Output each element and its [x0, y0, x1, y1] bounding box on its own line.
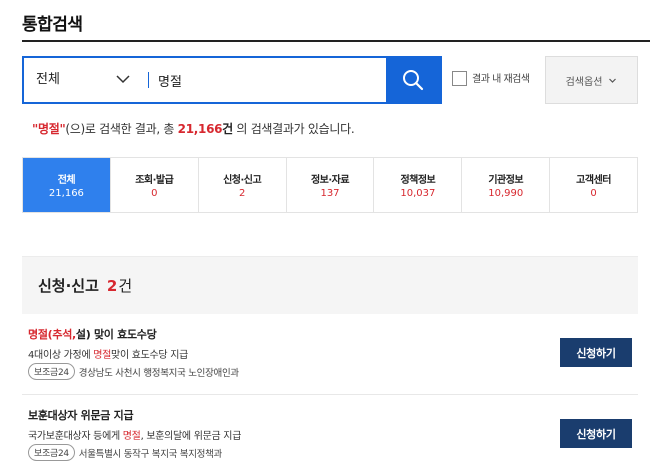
search-button[interactable] [386, 58, 440, 102]
chevron-down-icon [609, 78, 617, 83]
item-org: 경상남도 사천시 행정복지국 노인장애인과 [78, 367, 239, 379]
apply-button[interactable]: 신청하기 [560, 419, 632, 448]
desc-text: 국가보훈대상자 등에게 [28, 431, 123, 442]
tab-count: 0 [590, 188, 597, 199]
desc-text: 4대이상 가정에 [28, 350, 94, 361]
summary-text-1: (으)로 검색한 결과, 총 [65, 122, 178, 136]
item-description: 국가보훈대상자 등에게 명절, 보훈의달에 위문금 지급 [28, 427, 241, 442]
search-options-button[interactable]: 검색옵션 [545, 56, 638, 104]
title-divider [22, 40, 650, 42]
search-separator [148, 72, 149, 88]
tab-agency-info[interactable]: 기관정보 10,990 [461, 158, 550, 212]
summary-unit: 건 [222, 122, 233, 136]
section-count: 2 [106, 276, 118, 295]
search-within-checkbox[interactable] [452, 71, 467, 86]
search-icon [403, 70, 424, 91]
tab-label: 신청·신고 [223, 175, 262, 186]
tab-count: 10,037 [400, 188, 436, 199]
category-tabs: 전체 21,166 조회·발급 0 신청·신고 2 정보·자료 137 정책정보… [22, 157, 638, 213]
tab-label: 정책정보 [400, 175, 436, 186]
tab-count: 2 [238, 188, 246, 199]
title-keyword-2: (추석, [47, 328, 77, 341]
list-item: 보훈대상자 위문금 지급 국가보훈대상자 등에게 명절, 보훈의달에 위문금 지… [22, 394, 638, 462]
tab-all[interactable]: 전체 21,166 [23, 158, 110, 212]
tab-count: 0 [151, 188, 158, 199]
item-meta: 보조금24 서울특별시 동작구 복지국 복지정책과 [28, 444, 222, 461]
tab-label: 전체 [57, 175, 76, 186]
desc-keyword: 명절 [122, 431, 141, 442]
source-badge: 보조금24 [28, 363, 75, 380]
tab-count: 21,166 [48, 188, 84, 199]
summary-keyword: 명절 [37, 122, 60, 136]
item-title[interactable]: 명절(추석,설) 맞이 효도수당 [28, 326, 157, 342]
tab-info-data[interactable]: 정보·자료 137 [285, 158, 374, 212]
tab-customer-center[interactable]: 고객센터 0 [549, 158, 638, 212]
item-description: 4대이상 가정에 명절맞이 효도수당 지급 [28, 346, 188, 361]
chevron-down-icon[interactable] [114, 70, 132, 88]
search-input[interactable] [158, 58, 378, 102]
tab-lookup-issue[interactable]: 조회·발급 0 [109, 158, 198, 212]
section-header: 신청·신고 2 건 [22, 256, 638, 314]
search-options-label: 검색옵션 [565, 76, 603, 88]
page-title: 통합검색 [22, 15, 83, 35]
scope-select[interactable]: 전체 [36, 58, 60, 102]
search-box: 전체 [22, 56, 442, 104]
tab-label: 조회·발급 [135, 175, 174, 186]
tab-application-report[interactable]: 신청·신고 2 [197, 158, 286, 212]
tab-label: 정보·자료 [310, 175, 350, 186]
search-within-label: 결과 내 재검색 [472, 74, 530, 85]
source-badge: 보조금24 [28, 444, 75, 461]
desc-text: 맞이 효도수당 지급 [111, 350, 189, 361]
item-title[interactable]: 보훈대상자 위문금 지급 [28, 407, 134, 423]
tab-label: 고객센터 [576, 175, 611, 186]
item-org: 서울특별시 동작구 복지국 복지정책과 [78, 448, 223, 460]
tab-label: 기관정보 [488, 175, 524, 186]
desc-text: , 보훈의달에 위문금 지급 [140, 431, 242, 442]
desc-keyword: 명절 [93, 350, 112, 361]
section-title: 신청·신고 [38, 277, 99, 295]
scope-select-value: 전체 [36, 72, 60, 87]
tab-count: 10,990 [488, 188, 524, 199]
summary-total: 21,166 [177, 122, 223, 136]
tab-policy-info[interactable]: 정책정보 10,037 [373, 158, 462, 212]
summary-text-2: 의 검색결과가 있습니다. [232, 122, 355, 136]
apply-button[interactable]: 신청하기 [560, 338, 632, 367]
list-item: 명절(추석,설) 맞이 효도수당 4대이상 가정에 명절맞이 효도수당 지급 보… [22, 314, 638, 382]
tab-count: 137 [320, 188, 340, 199]
title-keyword: 명절 [28, 328, 48, 341]
section-unit: 건 [118, 277, 133, 295]
title-rest: 설) 맞이 효도수당 [75, 328, 157, 341]
item-meta: 보조금24 경상남도 사천시 행정복지국 노인장애인과 [28, 363, 239, 380]
result-summary: "명절"(으)로 검색한 결과, 총 21,166건 의 검색결과가 있습니다. [32, 120, 355, 137]
results-section: 신청·신고 2 건 명절(추석,설) 맞이 효도수당 4대이상 가정에 명절맞이… [22, 256, 638, 472]
